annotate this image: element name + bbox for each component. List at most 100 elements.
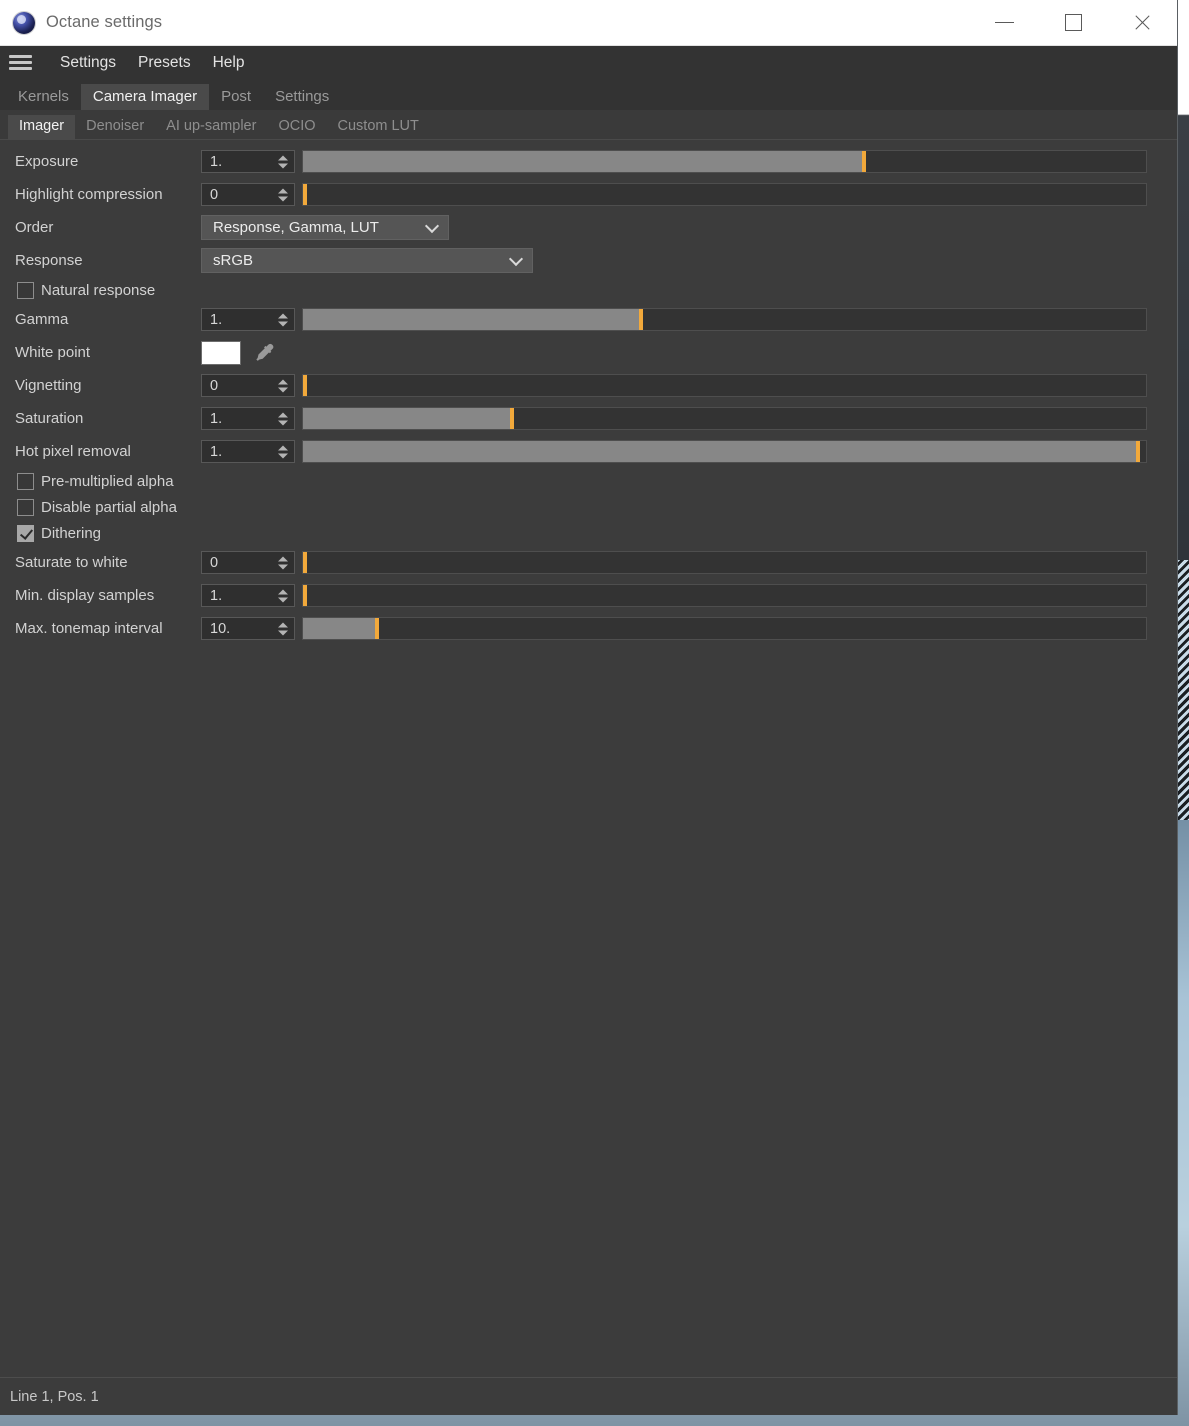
row-response: Response sRGB xyxy=(0,244,1177,277)
menu-bar: Settings Presets Help xyxy=(0,46,1177,79)
octane-settings-window: Octane settings Settings Presets Help Ke… xyxy=(0,0,1178,1415)
label-natural-response: Natural response xyxy=(41,281,156,299)
spinner-arrows-icon[interactable] xyxy=(278,379,288,392)
hamburger-icon[interactable] xyxy=(9,55,32,70)
min-display-samples-slider[interactable] xyxy=(302,584,1147,607)
exposure-slider-handle[interactable] xyxy=(862,151,867,172)
status-bar: Line 1, Pos. 1 xyxy=(0,1377,1177,1415)
main-tab-bar: Kernels Camera Imager Post Settings xyxy=(0,79,1177,110)
subtab-denoiser[interactable]: Denoiser xyxy=(75,115,155,140)
white-point-swatch[interactable] xyxy=(201,340,241,365)
saturation-slider-fill xyxy=(303,408,511,429)
eyedropper-icon[interactable] xyxy=(253,341,277,365)
highlight-compression-value: 0 xyxy=(210,186,219,203)
row-max-tonemap-interval: Max. tonemap interval 10. xyxy=(0,612,1177,645)
spinner-arrows-icon[interactable] xyxy=(278,313,288,326)
min-display-samples-value: 1. xyxy=(210,587,223,604)
dithering-checkbox[interactable] xyxy=(17,524,34,542)
exposure-spinner[interactable]: 1. xyxy=(201,150,295,173)
row-dithering[interactable]: Dithering xyxy=(0,520,1177,546)
tab-settings[interactable]: Settings xyxy=(263,84,341,110)
pre-multiplied-alpha-checkbox[interactable] xyxy=(17,472,34,490)
octane-logo-icon xyxy=(13,11,35,34)
sub-tab-bar: Imager Denoiser AI up-sampler OCIO Custo… xyxy=(0,110,1177,140)
menu-item-settings[interactable]: Settings xyxy=(49,50,127,76)
saturate-to-white-spinner[interactable]: 0 xyxy=(201,551,295,574)
row-natural-response[interactable]: Natural response xyxy=(0,277,1177,303)
vignetting-slider-handle[interactable] xyxy=(303,375,307,396)
title-bar: Octane settings xyxy=(0,0,1177,46)
row-min-display-samples: Min. display samples 1. xyxy=(0,579,1177,612)
response-dropdown[interactable]: sRGB xyxy=(201,248,533,273)
label-gamma: Gamma xyxy=(15,311,69,328)
status-text: Line 1, Pos. 1 xyxy=(10,1388,99,1405)
highlight-compression-slider[interactable] xyxy=(302,183,1147,206)
saturate-to-white-slider[interactable] xyxy=(302,551,1147,574)
gamma-slider-fill xyxy=(303,309,639,330)
saturation-slider-handle[interactable] xyxy=(510,408,515,429)
vignetting-value: 0 xyxy=(210,377,219,394)
exposure-value: 1. xyxy=(210,153,223,170)
row-disable-partial-alpha[interactable]: Disable partial alpha xyxy=(0,494,1177,520)
vignetting-slider[interactable] xyxy=(302,374,1147,397)
row-hot-pixel-removal: Hot pixel removal 1. xyxy=(0,435,1177,468)
min-display-samples-spinner[interactable]: 1. xyxy=(201,584,295,607)
saturate-to-white-slider-handle[interactable] xyxy=(303,552,307,573)
hot-pixel-removal-spinner[interactable]: 1. xyxy=(201,440,295,463)
row-vignetting: Vignetting 0 xyxy=(0,369,1177,402)
spinner-arrows-icon[interactable] xyxy=(278,155,288,168)
min-display-samples-slider-handle[interactable] xyxy=(303,585,307,606)
row-gamma: Gamma 1. xyxy=(0,303,1177,336)
tab-post[interactable]: Post xyxy=(209,84,263,110)
spinner-arrows-icon[interactable] xyxy=(278,556,288,569)
gamma-value: 1. xyxy=(210,311,223,328)
vignetting-spinner[interactable]: 0 xyxy=(201,374,295,397)
label-disable-partial-alpha: Disable partial alpha xyxy=(41,498,177,516)
label-exposure: Exposure xyxy=(15,153,79,170)
tab-kernels[interactable]: Kernels xyxy=(6,84,81,110)
spinner-arrows-icon[interactable] xyxy=(278,188,288,201)
minimize-icon xyxy=(995,22,1014,23)
label-max-tonemap-interval: Max. tonemap interval xyxy=(15,620,163,637)
gamma-spinner[interactable]: 1. xyxy=(201,308,295,331)
row-order: Order Response, Gamma, LUT xyxy=(0,211,1177,244)
max-tonemap-interval-spinner[interactable]: 10. xyxy=(201,617,295,640)
spinner-arrows-icon[interactable] xyxy=(278,589,288,602)
subtab-custom-lut[interactable]: Custom LUT xyxy=(327,115,430,140)
label-vignetting: Vignetting xyxy=(15,377,82,394)
subtab-imager[interactable]: Imager xyxy=(8,114,76,139)
spinner-arrows-icon[interactable] xyxy=(278,622,288,635)
saturation-slider[interactable] xyxy=(302,407,1147,430)
subtab-ai-up-sampler[interactable]: AI up-sampler xyxy=(155,115,267,140)
max-tonemap-interval-slider[interactable] xyxy=(302,617,1147,640)
maximize-button[interactable] xyxy=(1039,0,1108,45)
window-title: Octane settings xyxy=(46,13,163,31)
maximize-icon xyxy=(1065,14,1082,31)
order-dropdown[interactable]: Response, Gamma, LUT xyxy=(201,215,449,240)
gamma-slider-handle[interactable] xyxy=(638,309,643,330)
spinner-arrows-icon[interactable] xyxy=(278,412,288,425)
subtab-ocio[interactable]: OCIO xyxy=(267,115,326,140)
hot-pixel-removal-slider-handle[interactable] xyxy=(1136,441,1141,462)
highlight-compression-slider-handle[interactable] xyxy=(303,184,307,205)
hot-pixel-removal-slider[interactable] xyxy=(302,440,1147,463)
natural-response-checkbox[interactable] xyxy=(17,281,34,299)
row-saturate-to-white: Saturate to white 0 xyxy=(0,546,1177,579)
row-pre-multiplied-alpha[interactable]: Pre-multiplied alpha xyxy=(0,468,1177,494)
settings-panel: Exposure 1. Highlight compression 0 Orde… xyxy=(0,140,1177,1377)
close-button[interactable] xyxy=(1108,0,1177,45)
exposure-slider[interactable] xyxy=(302,150,1147,173)
disable-partial-alpha-checkbox[interactable] xyxy=(17,498,34,516)
highlight-compression-spinner[interactable]: 0 xyxy=(201,183,295,206)
max-tonemap-interval-slider-handle[interactable] xyxy=(375,618,380,639)
label-highlight-compression: Highlight compression xyxy=(15,186,163,203)
max-tonemap-interval-value: 10. xyxy=(210,620,231,637)
menu-item-help[interactable]: Help xyxy=(202,50,256,76)
minimize-button[interactable] xyxy=(970,0,1039,45)
tab-camera-imager[interactable]: Camera Imager xyxy=(80,84,210,110)
saturate-to-white-value: 0 xyxy=(210,554,219,571)
spinner-arrows-icon[interactable] xyxy=(278,445,288,458)
saturation-spinner[interactable]: 1. xyxy=(201,407,295,430)
gamma-slider[interactable] xyxy=(302,308,1147,331)
menu-item-presets[interactable]: Presets xyxy=(127,50,202,76)
